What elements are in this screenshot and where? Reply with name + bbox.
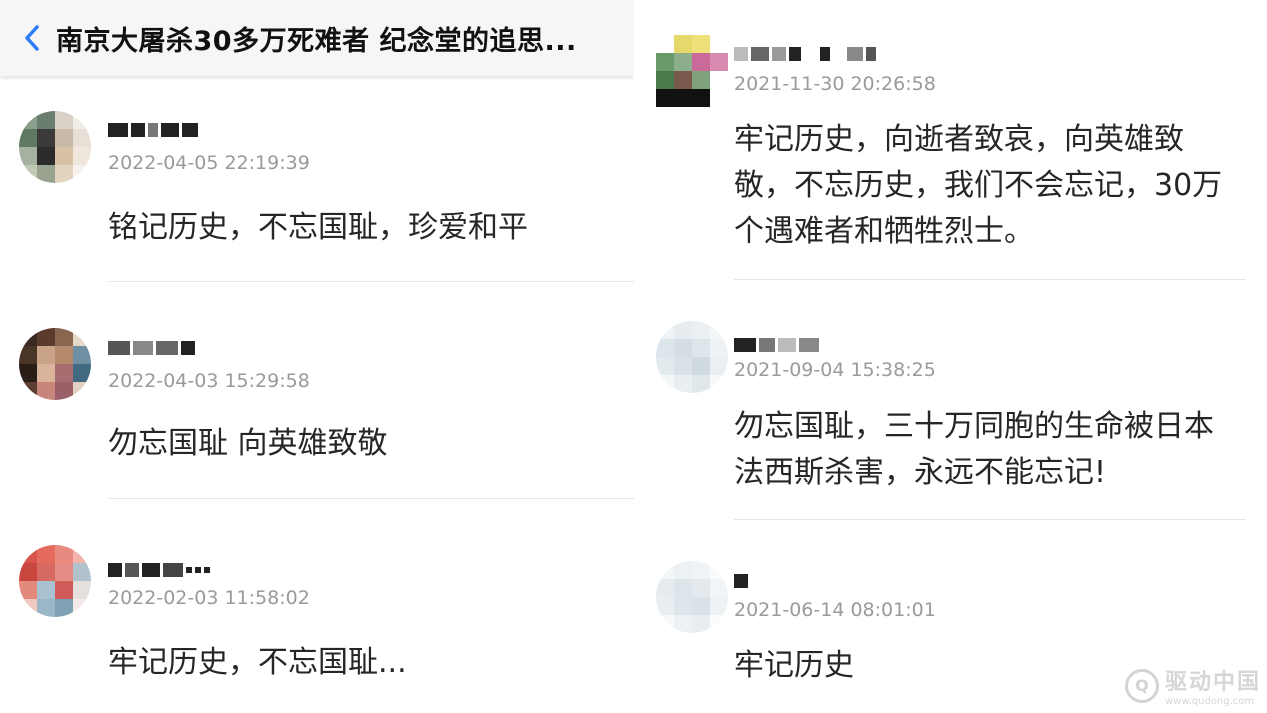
comment-text-line: 勿忘国耻，三十万同胞的生命被日本 <box>734 409 1214 444</box>
comment-timestamp: 2021-06-14 08:01:01 <box>734 599 936 621</box>
comment-text-line: 敬，不忘历史，我们不会忘记，30万 <box>734 168 1223 203</box>
username-mosaic[interactable] <box>734 335 819 355</box>
divider <box>734 279 1246 280</box>
page-title: 南京大屠杀30多万死难者 纪念堂的追思... <box>56 25 577 57</box>
comment-text: 牢记历史，向逝者致哀，向英雄致 敬，不忘历史，我们不会忘记，30万 个遇难者和牺… <box>734 117 1222 255</box>
divider <box>108 498 634 499</box>
comment-text-line: 法西斯杀害，永远不能忘记! <box>734 455 1107 490</box>
comment-text: 勿忘国耻，三十万同胞的生命被日本 法西斯杀害，永远不能忘记! <box>734 404 1214 496</box>
watermark-logo-icon: Q <box>1124 668 1159 703</box>
watermark: Q 驱动中国 www.qudong.com <box>1124 664 1261 707</box>
username-mosaic[interactable] <box>108 560 210 580</box>
comment-text: 牢记历史，不忘国耻... <box>108 645 407 680</box>
username-mosaic[interactable] <box>108 338 195 358</box>
watermark-name: 驱动中国 <box>1164 670 1261 695</box>
username-mosaic[interactable] <box>734 571 748 591</box>
avatar[interactable] <box>19 545 91 617</box>
back-icon[interactable] <box>8 0 56 76</box>
avatar[interactable] <box>656 561 728 633</box>
comment-timestamp: 2021-11-30 20:26:58 <box>734 73 936 95</box>
right-screenshot-panel: 2021-11-30 20:26:58 牢记历史，向逝者致哀，向英雄致 敬，不忘… <box>634 0 1267 713</box>
avatar[interactable] <box>19 111 91 183</box>
avatar[interactable] <box>656 321 728 393</box>
comment-timestamp: 2021-09-04 15:38:25 <box>734 359 936 381</box>
watermark-url: www.qudong.com <box>1164 696 1255 707</box>
username-mosaic[interactable] <box>734 44 876 64</box>
username-mosaic[interactable] <box>108 120 198 140</box>
comment-text-line: 个遇难者和牺牲烈士。 <box>734 214 1034 249</box>
avatar[interactable] <box>19 328 91 400</box>
comment-text-line: 牢记历史 <box>734 648 854 683</box>
left-screenshot-panel: 南京大屠杀30多万死难者 纪念堂的追思... 2022-04-05 22:19:… <box>0 0 634 713</box>
comment-text-line: 牢记历史，向逝者致哀，向英雄致 <box>734 122 1184 157</box>
divider <box>734 519 1246 520</box>
comment-timestamp: 2022-04-05 22:19:39 <box>108 152 310 174</box>
comment-text: 牢记历史 <box>734 643 854 689</box>
comment-timestamp: 2022-02-03 11:58:02 <box>108 587 310 609</box>
comment-timestamp: 2022-04-03 15:29:58 <box>108 370 310 392</box>
top-bar: 南京大屠杀30多万死难者 纪念堂的追思... <box>0 0 634 76</box>
comment-text: 勿忘国耻 向英雄致敬 <box>108 426 388 461</box>
divider <box>108 281 634 282</box>
avatar[interactable] <box>656 35 728 107</box>
comment-text: 铭记历史，不忘国耻，珍爱和平 <box>108 210 528 245</box>
